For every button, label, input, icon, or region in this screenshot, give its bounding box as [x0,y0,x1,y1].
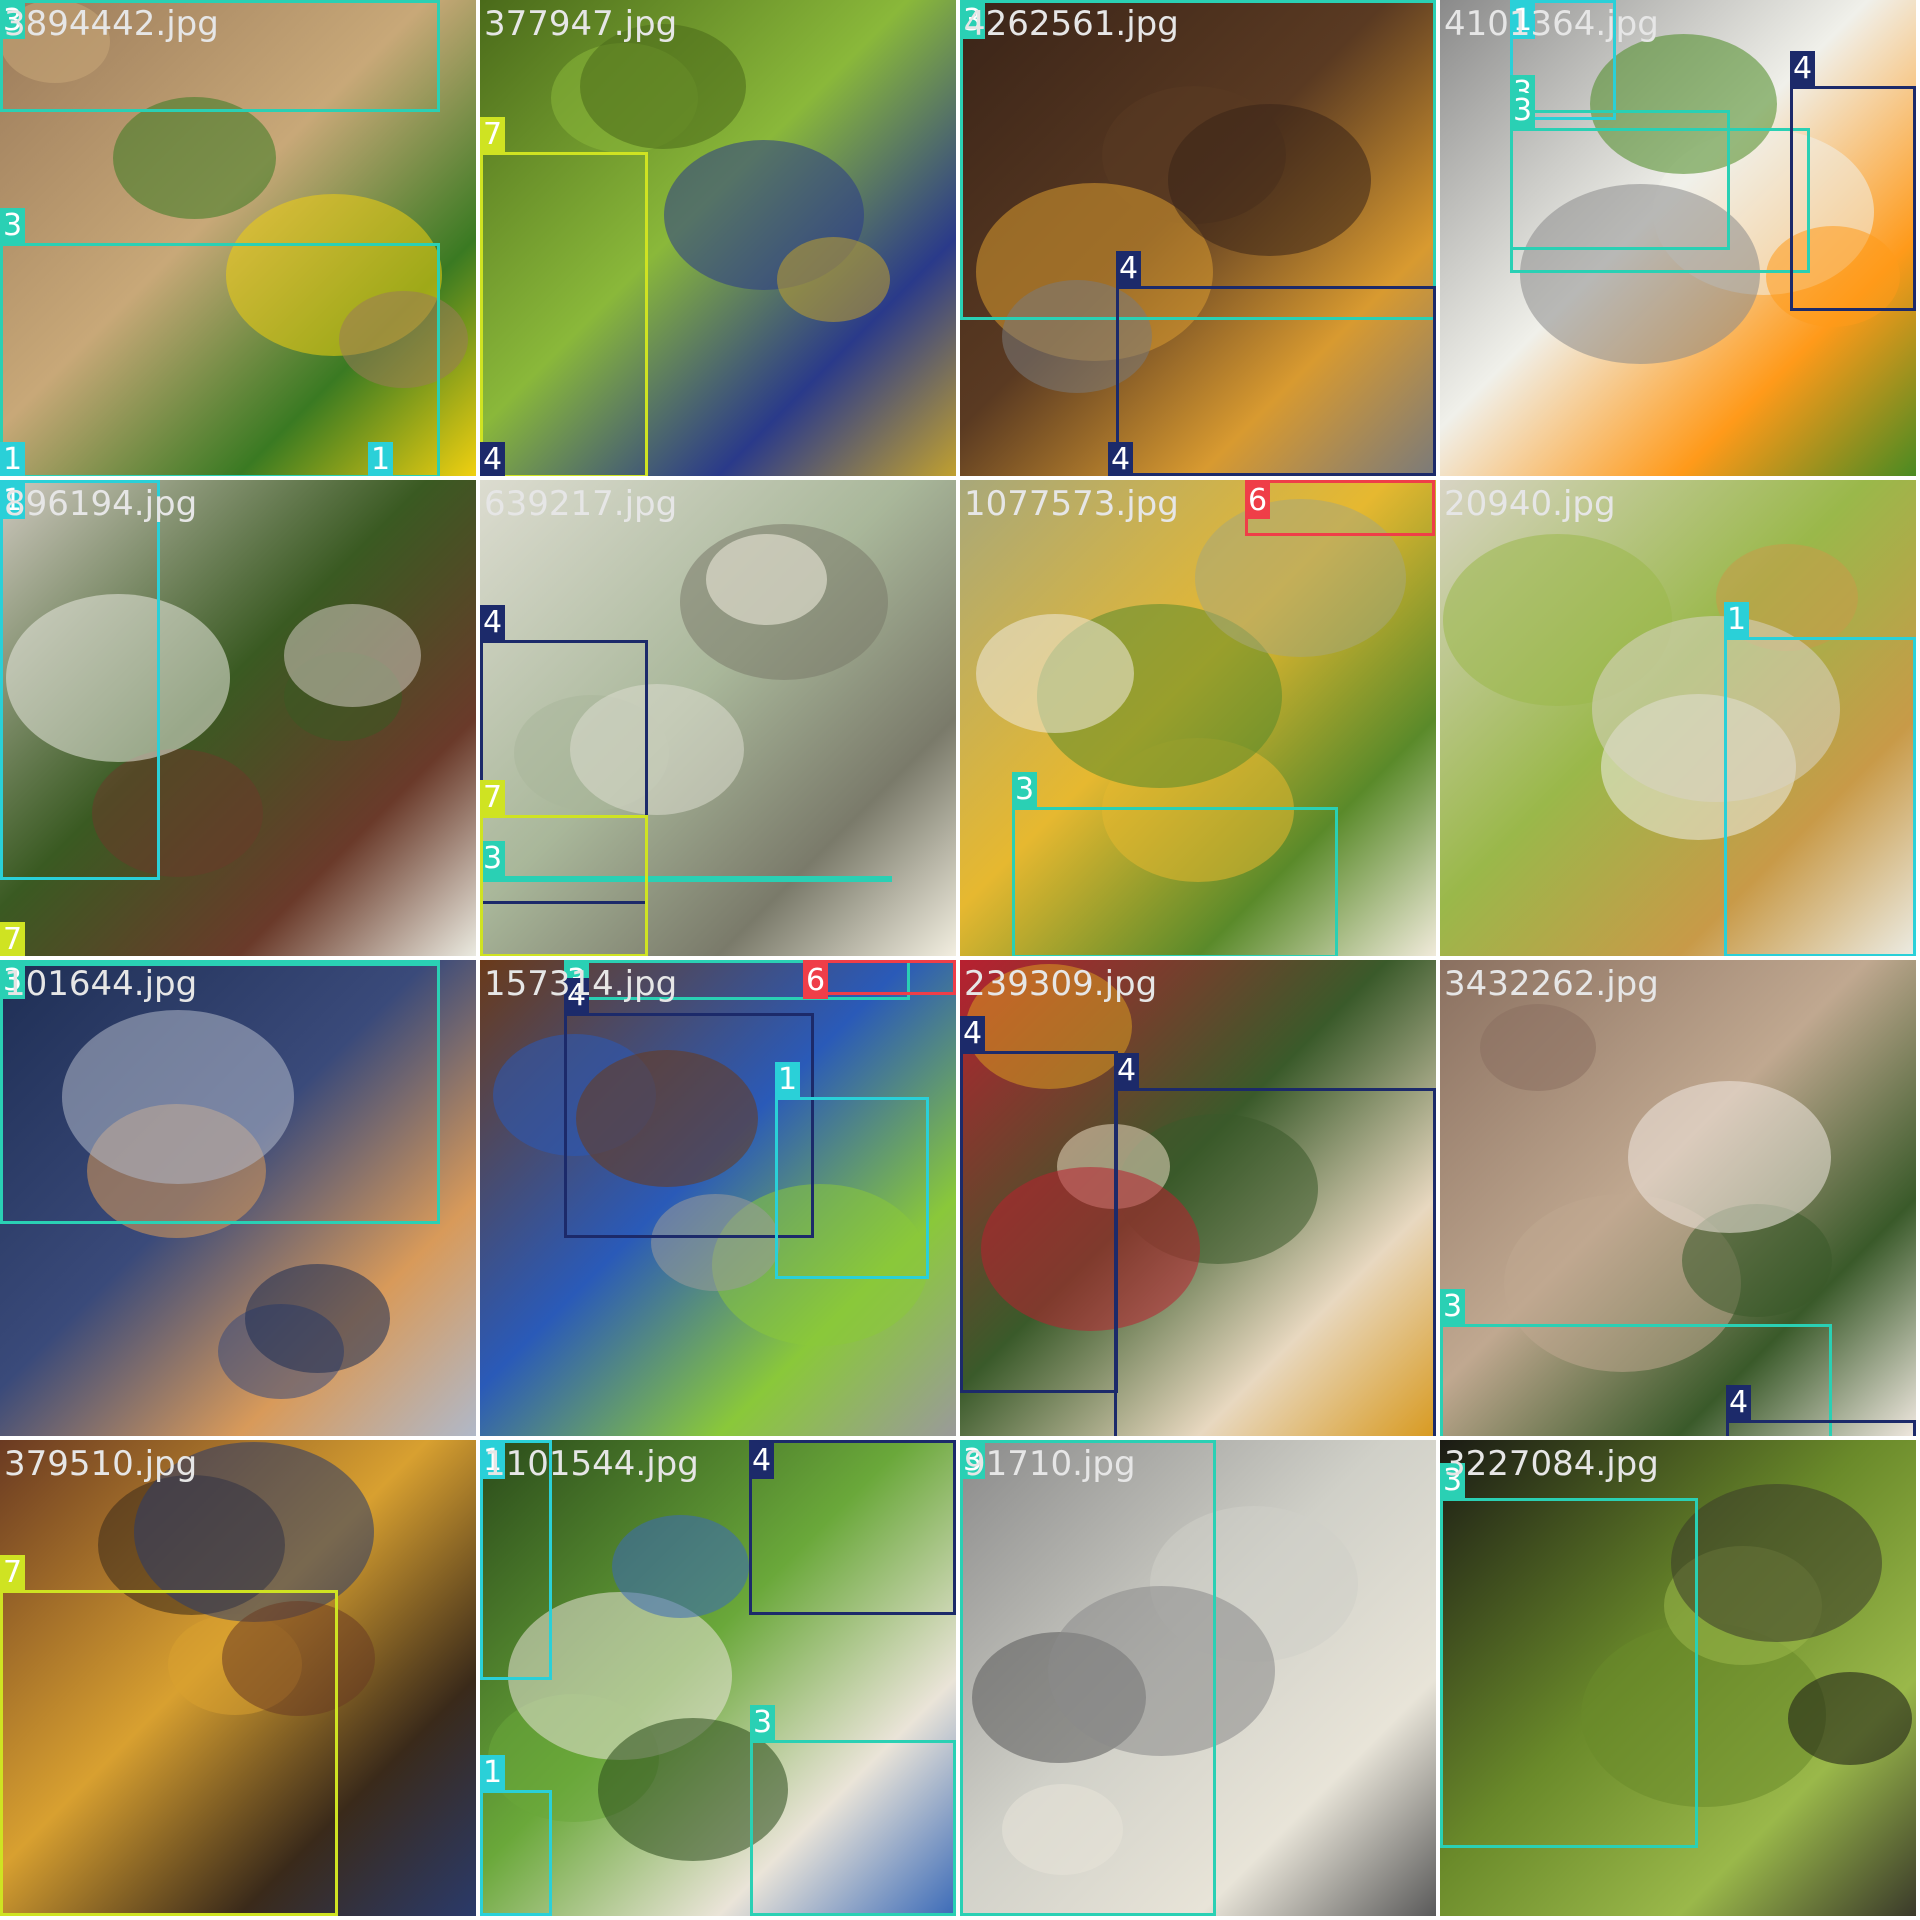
bounding-box: 1 [0,480,160,880]
class-id-tag: 4 [1116,251,1142,287]
mosaic-tile: 3227084.jpg 3 [1440,1440,1916,1916]
mosaic-tile: 1101544.jpg 1 4 3 1 [480,1440,956,1916]
photo-texture-blob [976,614,1134,733]
bounding-box: 4 [1726,1385,1916,1436]
photo-texture-blob [612,1515,749,1618]
mosaic-tile: 896194.jpg 1 7 [0,480,476,956]
mosaic-tile: 91710.jpg 3 [960,1440,1436,1916]
bounding-box: 4 [960,1016,1118,1393]
class-id-tag: 1 [480,1443,506,1479]
image-mosaic-grid: 3894442.jpg 3 3 1 1 377947.jpg 7 4 4262561.jpg 3 4… [0,0,1920,1920]
class-id-tag: 4 [1108,442,1134,476]
class-id-tag: 7 [0,1555,26,1591]
photo-texture-blob [580,24,746,149]
mosaic-tile: 3432262.jpg 3 4 [1440,960,1916,1436]
mosaic-tile: 20940.jpg 1 [1440,480,1916,956]
photo-texture-blob [113,97,276,219]
bounding-box: 1 [1724,602,1916,956]
mosaic-tile: 4101364.jpg1334 [1440,0,1916,476]
class-id-tag: 7 [480,117,506,153]
photo-texture-blob [1628,1081,1831,1233]
photo-texture-blob [284,604,421,707]
class-id-tag: 1 [0,483,26,519]
class-id-tag: 1 [1510,3,1536,39]
class-id-tag: 4 [1114,1053,1140,1089]
photo-texture-blob [1788,1672,1912,1765]
class-id-tag: 1 [0,442,26,476]
class-id-tag: 7 [0,922,26,956]
photo-texture-blob [706,534,827,625]
bounding-box: 3 [0,0,440,112]
mosaic-tile: 379510.jpg 7 [0,1440,476,1916]
class-id-tag: 4 [480,605,506,641]
mosaic-tile: 239309.jpg 4 4 [960,960,1436,1436]
photo-texture-blob [245,1264,390,1373]
mosaic-tile: 377947.jpg 7 4 [480,0,956,476]
photo-texture-blob [1480,1004,1596,1091]
class-id-tag: 3 [1012,772,1038,808]
bounding-box: 3 [750,1705,956,1916]
bounding-box: 3 [1440,1463,1698,1848]
class-id-tag: 7 [480,780,506,816]
class-id-tag: 3 [960,1443,986,1479]
bounding-box: 1 [775,1062,929,1279]
class-id-tag: 3 [960,3,986,39]
class-id-tag: 1 [480,1755,506,1791]
class-id-tag: 4 [960,1016,986,1052]
bounding-box: 4 [1114,1053,1436,1436]
bounding-box: 3 [960,1440,1216,1916]
mosaic-tile: 1077573.jpg 3 6 [960,480,1436,956]
mosaic-tile: 101644.jpg33 [0,960,476,1436]
photo-texture-blob [1671,1484,1882,1642]
mosaic-tile: 639217.jpg 3 4 7 [480,480,956,956]
bounding-box: 4 [1790,51,1916,311]
mosaic-tile: 157314.jpg3641 [480,960,956,1436]
photo-texture-blob [777,237,890,322]
class-id-tag: 4 [749,1443,775,1479]
bounding-box: 3 [1012,772,1338,956]
class-id-tag: 3 [1440,1289,1466,1325]
class-id-tag: 1 [368,442,394,476]
class-id-tag: 3 [1510,93,1536,129]
bounding-box: 1 [480,1755,552,1916]
bounding-box: 4 [749,1440,956,1615]
class-id-tag: 3 [750,1705,776,1741]
bounding-box: 3 [960,0,1436,320]
class-id-tag: 4 [1726,1385,1752,1421]
class-id-tag: 1 [1724,602,1750,638]
class-id-tag: 6 [803,963,829,999]
bounding-box: 4 [1116,251,1436,476]
class-id-tag: 4 [564,978,590,1014]
class-id-tag: 3 [0,963,26,999]
bounding-box: 7 [480,117,648,476]
class-id-tag: 4 [1790,51,1816,87]
class-id-tag: 4 [480,442,506,476]
bounding-box: 3 [0,960,438,999]
bounding-box: 1 [480,1440,552,1680]
class-id-tag: 3 [1440,1463,1466,1499]
bounding-box: 6 [1245,480,1435,536]
mosaic-tile: 4262561.jpg 3 4 4 [960,0,1436,476]
bounding-box: 7 [480,780,648,956]
class-id-tag: 3 [0,3,26,39]
bounding-box: 7 [0,1555,338,1916]
bounding-box: 3 [0,960,440,1224]
bounding-box: 3 [1510,93,1810,273]
class-id-tag: 6 [1245,483,1271,519]
bounding-box: 6 [803,960,956,999]
mosaic-tile: 3894442.jpg 3 3 1 1 [0,0,476,476]
class-id-tag: 3 [0,208,26,244]
class-id-tag: 1 [775,1062,801,1098]
